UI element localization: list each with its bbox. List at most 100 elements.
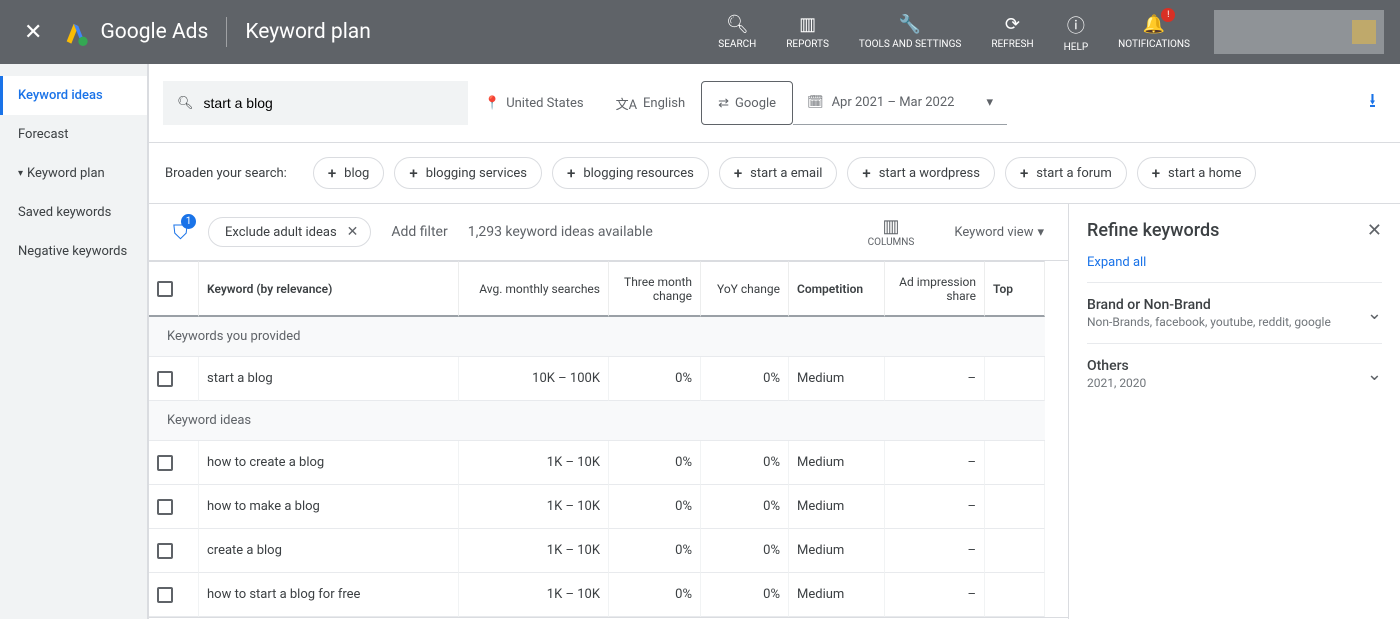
notification-badge: ! — [1161, 8, 1175, 22]
header-actions: 🔍︎SEARCH ▥REPORTS 🔧TOOLS AND SETTINGS ⟳R… — [718, 12, 1190, 53]
row-checkbox — [149, 485, 199, 529]
page-title: Keyword plan — [245, 20, 371, 44]
date-range-control[interactable]: 🗓Apr 2021 – Mar 2022▾ — [793, 81, 1007, 125]
plus-icon: + — [567, 164, 575, 182]
cell-three-month: 0% — [609, 485, 701, 529]
col-top[interactable]: Top — [985, 261, 1045, 317]
cell-competition: Medium — [789, 573, 885, 617]
section-ideas: Keyword ideas — [149, 401, 1045, 441]
help-action[interactable]: ⓘHELP — [1064, 12, 1089, 53]
col-keyword[interactable]: Keyword (by relevance) — [199, 261, 459, 317]
search-action[interactable]: 🔍︎SEARCH — [718, 14, 756, 50]
plus-icon: + — [862, 164, 870, 182]
notifications-action[interactable]: 🔔!NOTIFICATIONS — [1118, 14, 1190, 50]
cell-searches: 1K – 10K — [459, 441, 609, 485]
cell-searches: 1K – 10K — [459, 573, 609, 617]
row-checkbox-input[interactable] — [157, 455, 173, 471]
wrench-icon: 🔧 — [899, 14, 921, 35]
nav-keyword-ideas[interactable]: Keyword ideas — [0, 76, 147, 115]
filter-icon[interactable]: ⛉1 — [173, 220, 188, 244]
broaden-chip[interactable]: +start a wordpress — [847, 157, 995, 189]
tools-action[interactable]: 🔧TOOLS AND SETTINGS — [859, 14, 961, 50]
refine-title: Refine keywords — [1087, 220, 1219, 241]
cell-top — [985, 573, 1045, 617]
refine-section[interactable]: Others2021, 2020⌄ — [1087, 343, 1382, 404]
col-three-month[interactable]: Three month change — [609, 261, 701, 317]
nav-keyword-plan[interactable]: ▾Keyword plan — [0, 154, 147, 193]
broaden-chip[interactable]: +start a home — [1137, 157, 1257, 189]
section-provided: Keywords you provided — [149, 317, 1045, 357]
broaden-label: Broaden your search: — [165, 166, 287, 181]
cell-keyword: create a blog — [199, 529, 459, 573]
bell-icon: 🔔! — [1143, 14, 1165, 35]
plus-icon: + — [1152, 164, 1160, 182]
refine-section[interactable]: Brand or Non-BrandNon-Brands, facebook, … — [1087, 282, 1382, 343]
expand-all-link[interactable]: Expand all — [1087, 255, 1146, 270]
row-checkbox-input[interactable] — [157, 371, 173, 387]
cell-searches: 10K – 100K — [459, 357, 609, 401]
chevron-down-icon: ⌄ — [1367, 303, 1382, 324]
refine-section-title: Brand or Non-Brand — [1087, 297, 1331, 313]
chevron-down-icon: ▾ — [986, 95, 993, 110]
row-checkbox — [149, 441, 199, 485]
broaden-chip[interactable]: +blogging services — [394, 157, 542, 189]
left-nav: Keyword ideas Forecast ▾Keyword plan Sav… — [0, 64, 148, 619]
add-filter-button[interactable]: Add filter — [391, 224, 447, 240]
broaden-chip[interactable]: +blogging resources — [552, 157, 709, 189]
close-refine-icon[interactable]: ✕ — [1367, 220, 1382, 241]
app-header: ✕ Google Ads Keyword plan 🔍︎SEARCH ▥REPO… — [0, 0, 1400, 64]
cell-three-month: 0% — [609, 441, 701, 485]
row-checkbox-input[interactable] — [157, 543, 173, 559]
close-icon[interactable]: ✕ — [16, 12, 50, 53]
nav-negative-keywords[interactable]: Negative keywords — [0, 232, 147, 271]
refresh-action[interactable]: ⟳REFRESH — [991, 14, 1033, 50]
chevron-down-icon: ▾ — [1037, 225, 1044, 240]
col-competition[interactable]: Competition — [789, 261, 885, 317]
cell-searches: 1K – 10K — [459, 485, 609, 529]
cell-competition: Medium — [789, 529, 885, 573]
broaden-chip[interactable]: +start a forum — [1005, 157, 1127, 189]
download-icon[interactable]: ⭳ — [1361, 78, 1384, 128]
col-checkbox — [149, 261, 199, 317]
columns-icon: ▥ — [882, 216, 899, 237]
chevron-down-icon: ▾ — [18, 168, 23, 179]
plus-icon: + — [328, 164, 336, 182]
nav-forecast[interactable]: Forecast — [0, 115, 147, 154]
cell-impression: – — [885, 441, 985, 485]
cell-impression: – — [885, 573, 985, 617]
cell-yoy: 0% — [701, 529, 789, 573]
cell-yoy: 0% — [701, 573, 789, 617]
col-yoy[interactable]: YoY change — [701, 261, 789, 317]
refine-panel: Refine keywords ✕ Expand all Brand or No… — [1068, 204, 1400, 619]
nav-saved-keywords[interactable]: Saved keywords — [0, 193, 147, 232]
plus-icon: + — [409, 164, 417, 182]
row-checkbox-input[interactable] — [157, 499, 173, 515]
network-control[interactable]: ⇄Google — [701, 81, 793, 125]
row-checkbox-input[interactable] — [157, 587, 173, 603]
language-control[interactable]: 文AEnglish — [600, 81, 702, 125]
columns-button[interactable]: ▥COLUMNS — [868, 216, 915, 248]
cell-impression: – — [885, 529, 985, 573]
keyword-table: Keyword (by relevance) Avg. monthly sear… — [149, 261, 1068, 618]
col-searches[interactable]: Avg. monthly searches — [459, 261, 609, 317]
broaden-chip[interactable]: +blog — [313, 157, 385, 189]
keyword-search-box[interactable]: 🔍︎ — [163, 81, 468, 125]
reports-action[interactable]: ▥REPORTS — [786, 14, 829, 50]
keyword-search-input[interactable] — [204, 95, 454, 111]
col-impression[interactable]: Ad impression share — [885, 261, 985, 317]
location-control[interactable]: 📍United States — [468, 81, 600, 125]
cell-top — [985, 357, 1045, 401]
cell-keyword: how to start a blog for free — [199, 573, 459, 617]
account-switcher[interactable] — [1214, 10, 1384, 54]
keyword-view-dropdown[interactable]: Keyword view▾ — [954, 225, 1044, 240]
filter-chip-exclude-adult[interactable]: Exclude adult ideas✕ — [208, 217, 371, 247]
brand-text: Google Ads — [100, 20, 208, 44]
remove-filter-icon[interactable]: ✕ — [347, 224, 359, 240]
cell-yoy: 0% — [701, 441, 789, 485]
google-ads-logo-icon — [62, 18, 90, 46]
row-checkbox — [149, 357, 199, 401]
cell-top — [985, 529, 1045, 573]
select-all-checkbox[interactable] — [157, 281, 173, 297]
cell-three-month: 0% — [609, 573, 701, 617]
broaden-chip[interactable]: +start a email — [719, 157, 838, 189]
